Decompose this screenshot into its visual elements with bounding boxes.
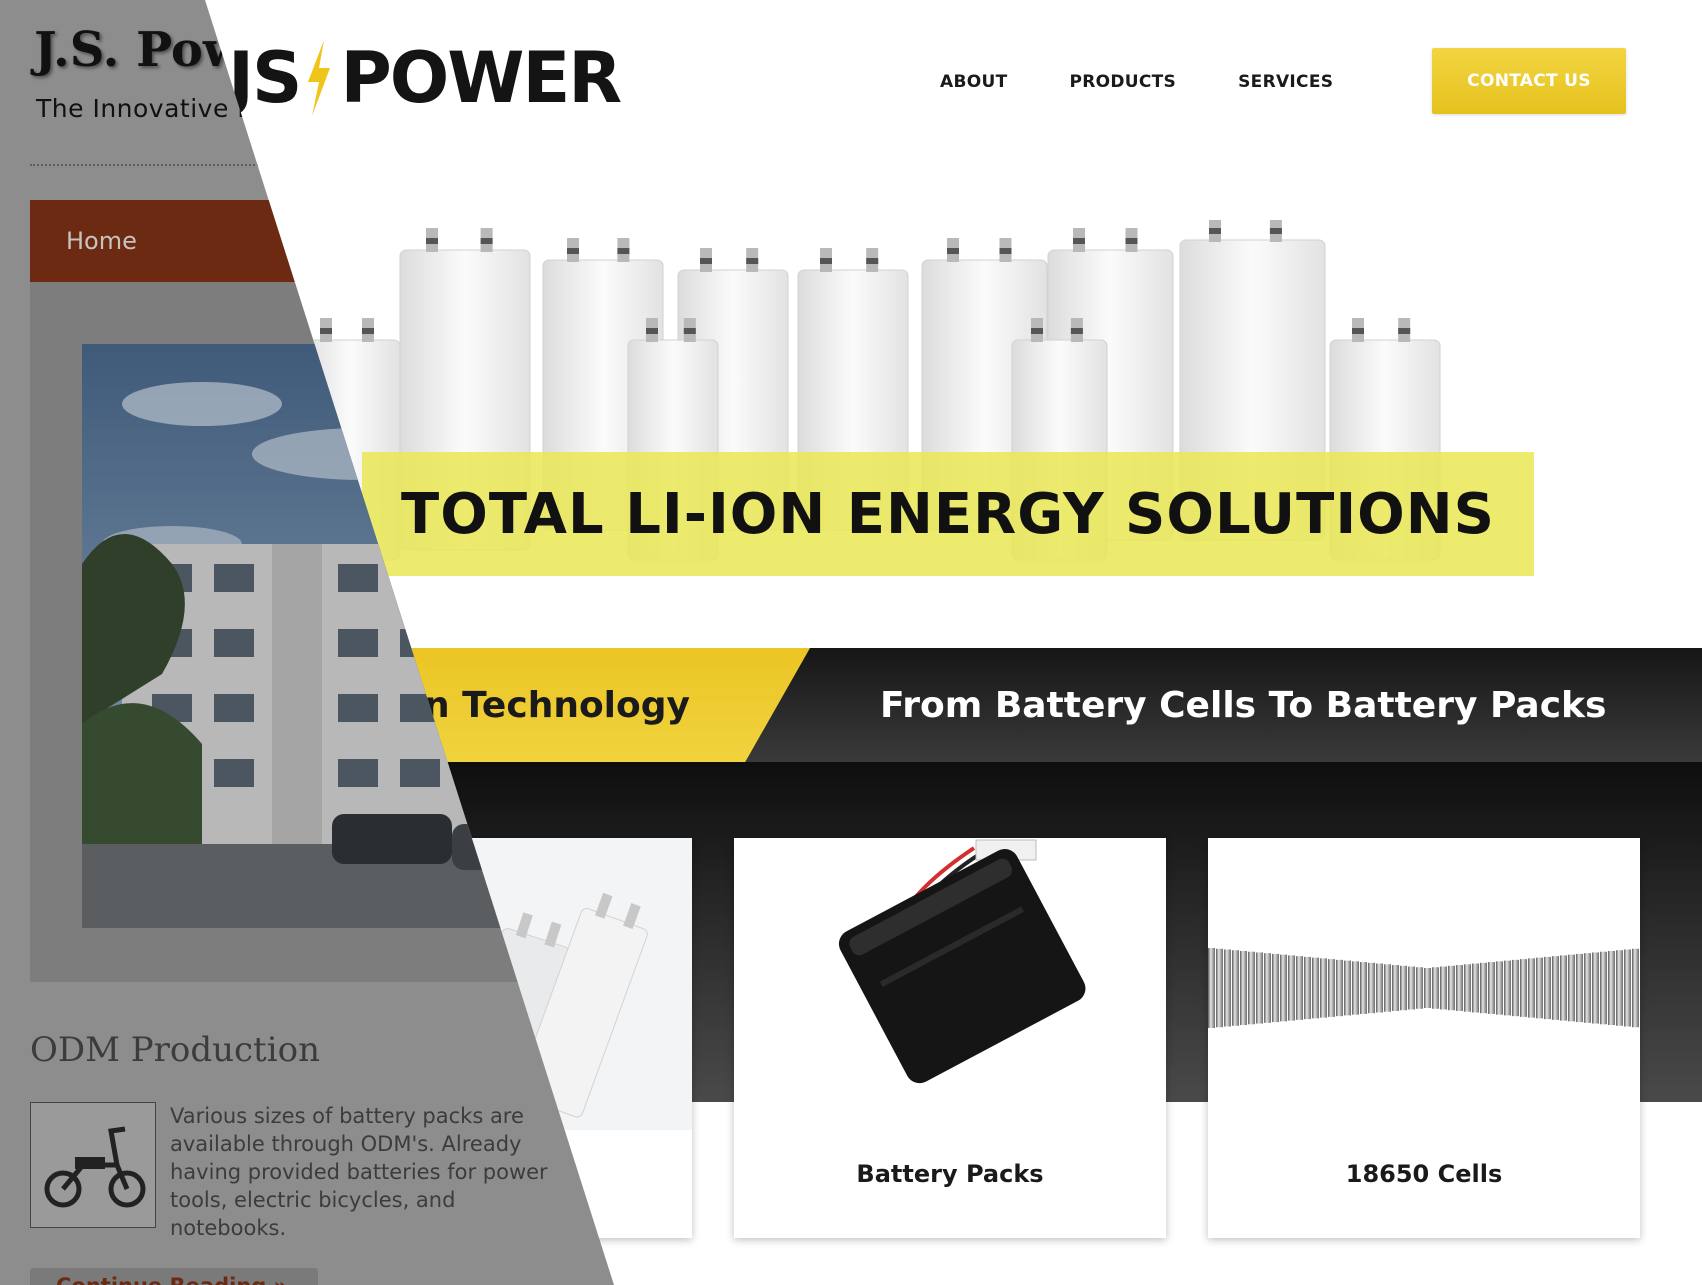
- lightning-bolt-icon: [308, 40, 331, 116]
- product-label-18650-cells: 18650 Cells: [1345, 1160, 1503, 1188]
- contact-us-button[interactable]: CONTACT US: [1432, 48, 1626, 114]
- 18650-cells-image: [1208, 838, 1640, 1130]
- hero-section: TOTAL LI-ION ENERGY SOLUTIONS: [300, 220, 1640, 600]
- logo-text-js: JS: [228, 37, 302, 119]
- odm-section-title: ODM Production: [30, 1030, 320, 1070]
- js-power-logo[interactable]: JS POWER: [228, 37, 622, 119]
- nav-products-link[interactable]: PRODUCTS: [1069, 72, 1176, 92]
- product-card-18650-cells[interactable]: 18650 Cells: [1208, 838, 1640, 1238]
- odm-section-body: Various sizes of battery packs are avail…: [170, 1104, 548, 1240]
- nav-about-link[interactable]: ABOUT: [940, 72, 1007, 92]
- product-label-battery-packs: Battery Packs: [856, 1160, 1044, 1188]
- product-card-battery-packs[interactable]: Battery Packs: [734, 838, 1166, 1238]
- hero-title: TOTAL LI-ION ENERGY SOLUTIONS: [401, 481, 1495, 547]
- continue-reading-button[interactable]: Continue Reading »: [30, 1268, 318, 1285]
- tagline-right-text: From Battery Cells To Battery Packs: [880, 684, 1607, 726]
- scooter-icon: [30, 1102, 156, 1228]
- nav-services-link[interactable]: SERVICES: [1238, 72, 1333, 92]
- logo-text-power: POWER: [340, 37, 622, 119]
- hero-banner: TOTAL LI-ION ENERGY SOLUTIONS: [362, 452, 1534, 576]
- old-nav-home-link[interactable]: Home: [66, 200, 137, 282]
- continue-reading-label: Continue Reading »: [56, 1274, 287, 1285]
- battery-pack-image: [734, 838, 1166, 1130]
- main-navigation: ABOUT PRODUCTS SERVICES: [940, 62, 1333, 102]
